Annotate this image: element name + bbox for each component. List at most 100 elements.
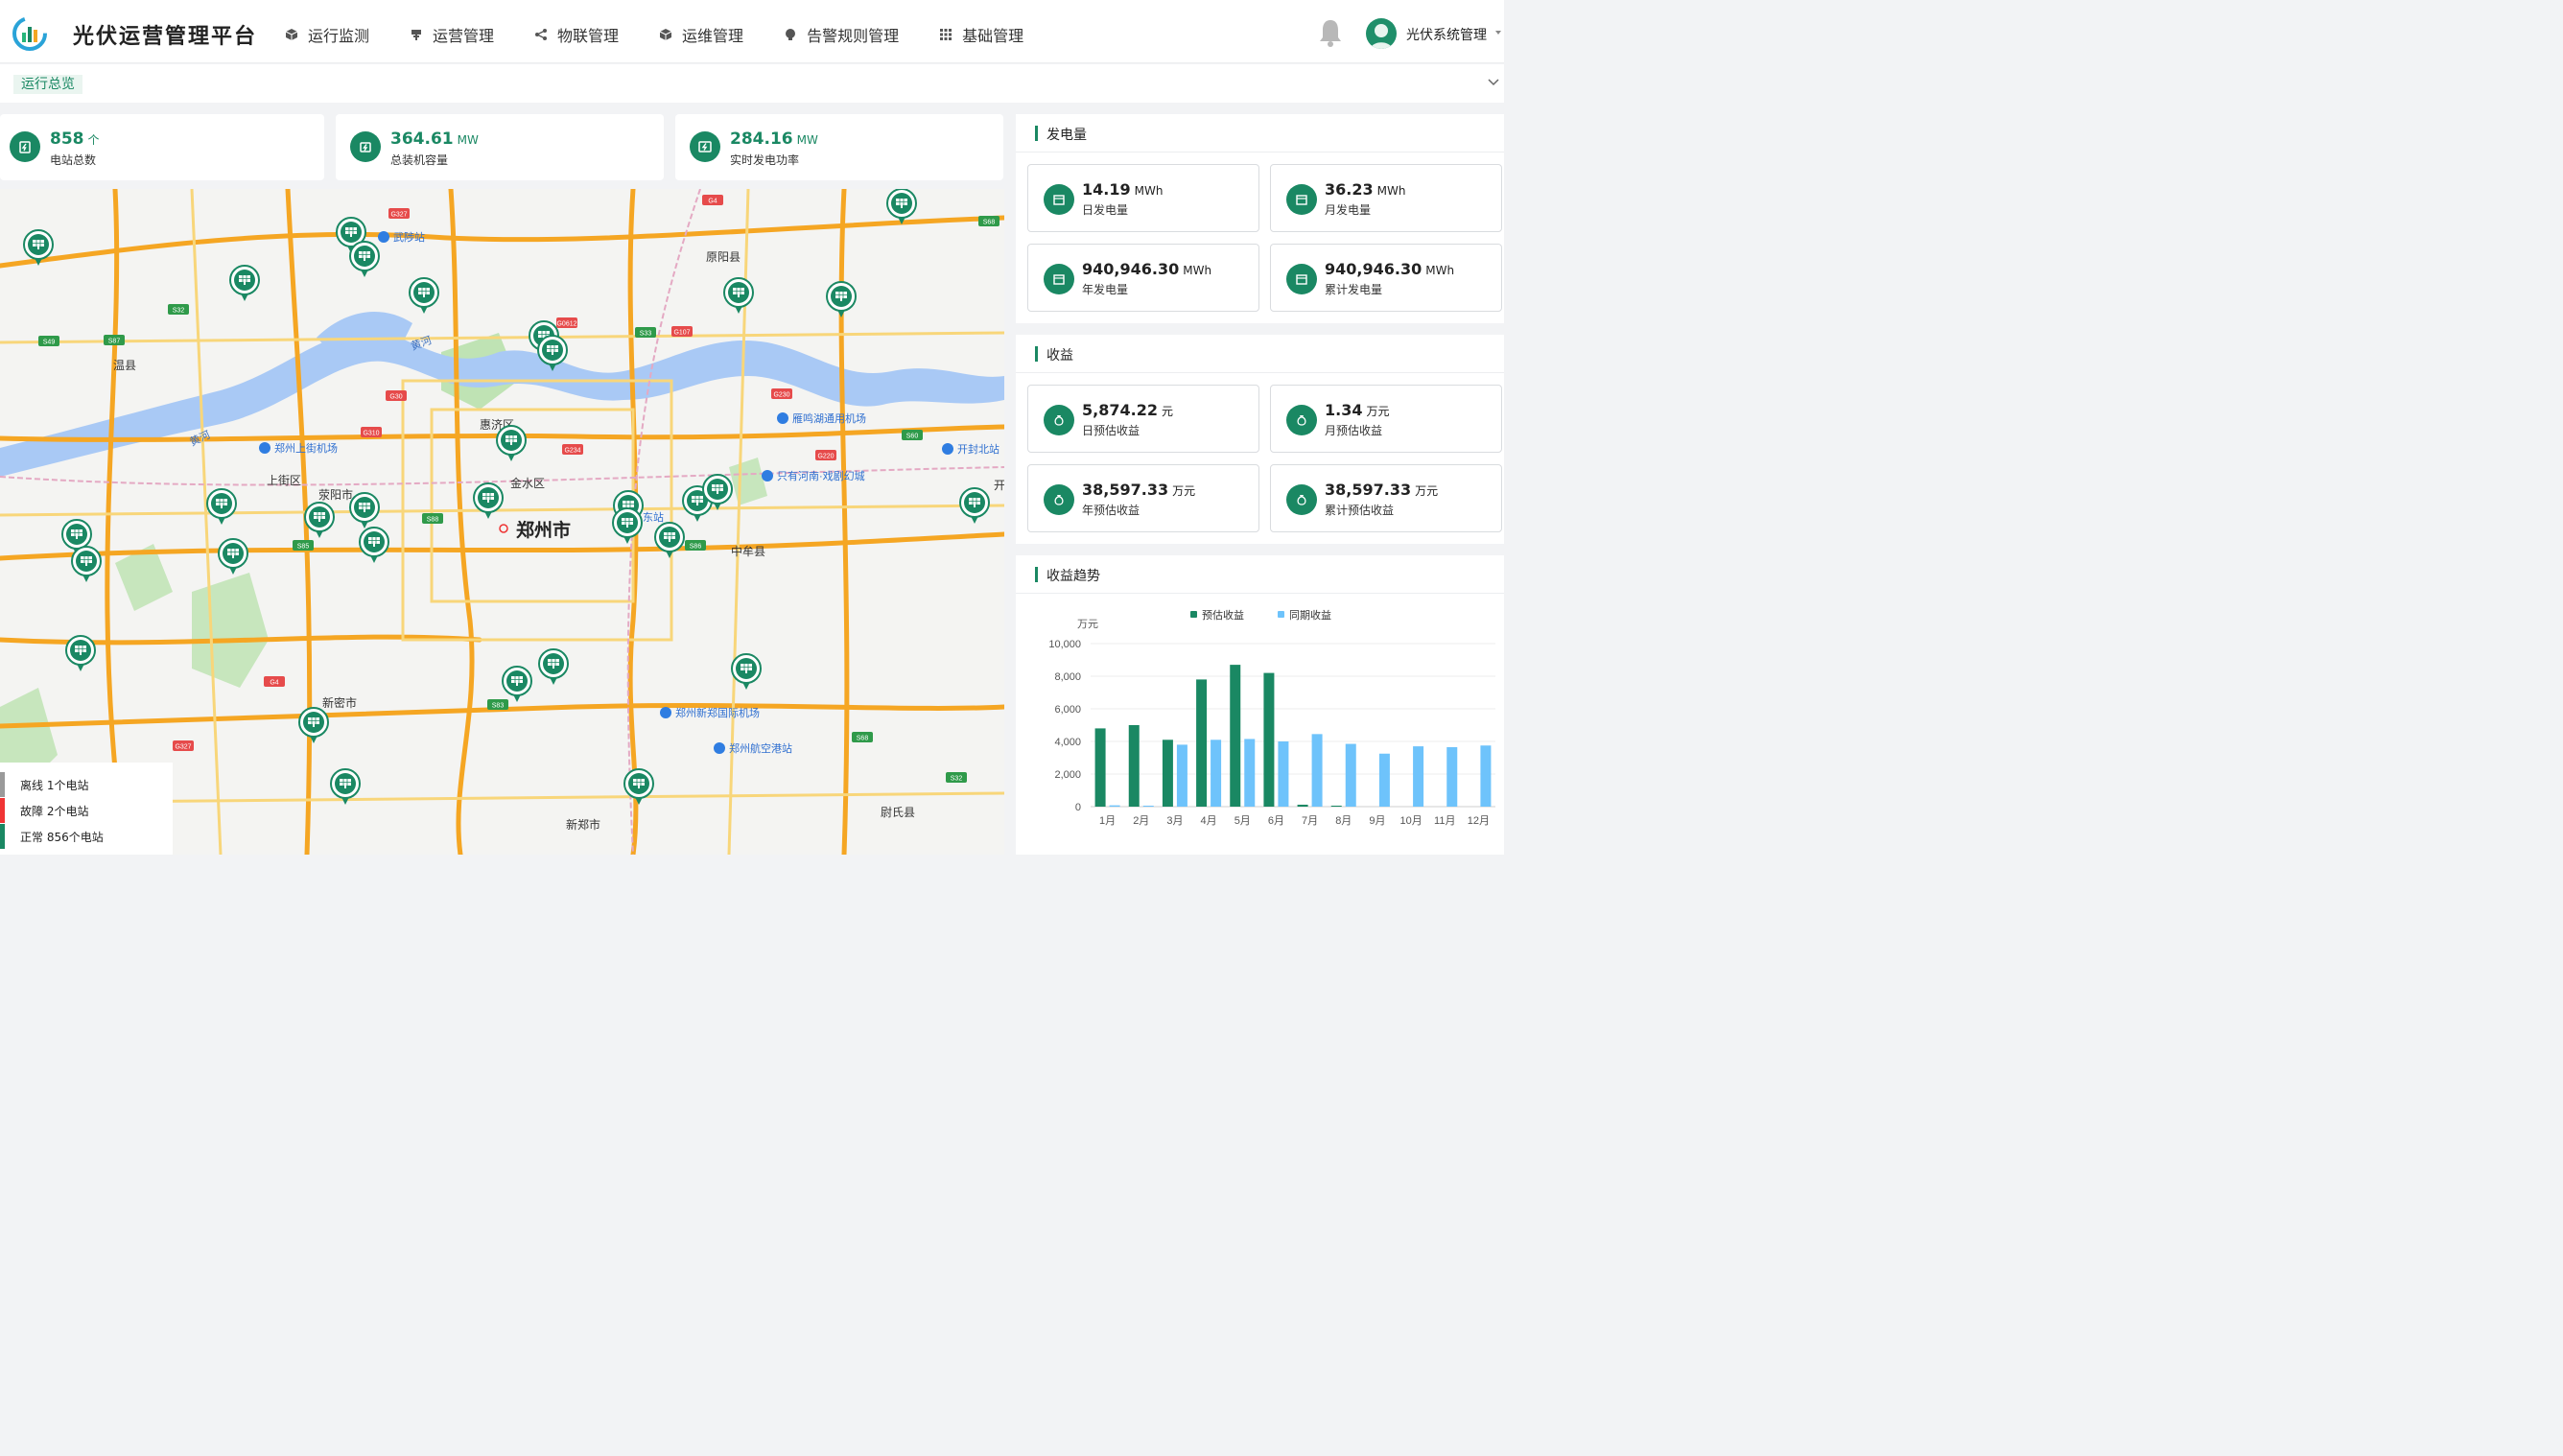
road-shield: G4 [264, 676, 285, 687]
metric-total-generation: 940,946.30 MWh 累计发电量 [1270, 244, 1502, 312]
map-place-label: 尉氏县 [881, 805, 915, 819]
svg-text:G327: G327 [175, 744, 191, 751]
metric-yearly-revenue: 38,597.33 万元 年预估收益 [1027, 464, 1259, 532]
bar-estimated[interactable] [1196, 679, 1208, 807]
calendar-icon [1044, 184, 1074, 215]
poi-icon [378, 231, 389, 243]
y-tick-label: 8,000 [1054, 671, 1081, 683]
bar-same-period[interactable] [1446, 746, 1458, 807]
svg-text:S60: S60 [906, 434, 919, 440]
map-poi-label: 郑州航空港站 [729, 741, 792, 755]
panel-title: 收益趋势 [1016, 555, 1504, 594]
bell-icon[interactable] [1316, 17, 1345, 48]
svg-text:G310: G310 [363, 431, 379, 437]
road-shield: G30 [386, 390, 407, 401]
bar-same-period[interactable] [1211, 740, 1222, 807]
x-tick-label: 8月 [1335, 815, 1352, 827]
stat-value: 284.16 MW [730, 129, 818, 149]
x-tick-label: 2月 [1133, 815, 1149, 827]
poi-icon [259, 442, 270, 454]
map-poi-label: 武陟站 [393, 230, 425, 244]
map-place-label: 温县 [113, 359, 136, 372]
bar-estimated[interactable] [1297, 804, 1308, 807]
bar-same-period[interactable] [1345, 743, 1356, 807]
map-place-label: 中牟县 [731, 544, 765, 558]
chart-canvas: 万元 预估收益 同期收益 0 2,000 4,000 6,000 8,000 10,000 1月 2… [1048, 608, 1495, 827]
map-poi-label: 开封北站 [957, 442, 999, 456]
x-tick-label: 6月 [1268, 815, 1284, 827]
bar-same-period[interactable] [1378, 753, 1390, 807]
road-shield: S87 [104, 335, 125, 345]
map-poi-label: 只有河南·戏剧幻城 [777, 469, 865, 482]
stat-label: 实时发电功率 [730, 153, 800, 167]
map-poi-label: 郑州新郑国际机场 [675, 706, 760, 719]
poi-icon [660, 707, 671, 718]
bar-estimated[interactable] [1330, 805, 1342, 807]
road-shield: G310 [361, 427, 382, 437]
nav-item-iot[interactable]: 物联管理 [533, 23, 619, 46]
road-shield: S86 [685, 540, 706, 551]
nav-label: 物联管理 [557, 27, 620, 45]
bar-same-period[interactable] [1413, 746, 1424, 807]
map-place-label: 原阳县 [706, 250, 741, 264]
bar-estimated[interactable] [1263, 672, 1275, 807]
nav-item-basic[interactable]: 基础管理 [938, 23, 1023, 46]
road-shield: S33 [635, 327, 656, 338]
avatar[interactable] [1366, 18, 1397, 49]
bar-estimated[interactable] [1230, 665, 1241, 807]
bar-same-period[interactable] [1278, 741, 1289, 807]
bar-same-period[interactable] [1142, 805, 1154, 807]
money-bag-icon [1044, 405, 1074, 435]
money-bag-icon [1286, 484, 1317, 515]
svg-text:S87: S87 [108, 339, 121, 345]
chevron-down-icon[interactable] [1494, 29, 1502, 36]
stat-card-stations: 858 个 电站总数 [0, 114, 324, 180]
bar-same-period[interactable] [1311, 734, 1323, 807]
stat-value: 364.61 MW [390, 129, 479, 149]
road-shield: G0612 [556, 317, 577, 328]
x-tick-label: 11月 [1434, 815, 1455, 827]
legend-swatch [1190, 611, 1197, 618]
road-shield: G220 [815, 450, 836, 460]
bar-same-period[interactable] [1109, 805, 1120, 807]
nav-label: 运营管理 [433, 27, 495, 45]
bar-same-period[interactable] [1176, 744, 1187, 807]
station-map[interactable]: 原阳县 温县 上街区 荥阳市 金水区 惠济区 中牟县 新密市 新郑市 尉氏县开郑州市 武陟站 郑州上街… [0, 189, 1004, 855]
nav-item-operation[interactable]: 运营管理 [409, 23, 494, 46]
station-icon [10, 131, 40, 162]
road-shield: G327 [388, 208, 410, 219]
road-shield: S32 [168, 304, 189, 315]
legend-offline: 离线 1个电站 [0, 772, 88, 797]
bar-same-period[interactable] [1480, 745, 1492, 807]
nav-item-alarm-rules[interactable]: 告警规则管理 [783, 23, 899, 46]
x-tick-label: 10月 [1399, 815, 1422, 827]
road-shield: S68 [978, 216, 999, 226]
svg-text:S83: S83 [492, 703, 505, 710]
metric-yearly-generation: 940,946.30 MWh 年发电量 [1027, 244, 1259, 312]
panel-title: 发电量 [1016, 114, 1504, 153]
generation-panel: 发电量 14.19 MWh 日发电量 36.23 MWh 月发电量 940,946.… [1016, 114, 1504, 323]
stat-label: 电站总数 [50, 153, 97, 167]
svg-text:G234: G234 [564, 448, 580, 455]
map-canvas[interactable]: 原阳县温县上街区荥阳市金水区惠济区中牟县新密市新郑市尉氏县开郑州市武陟站郑州上街… [0, 189, 1004, 855]
map-place-label: 金水区 [510, 476, 545, 490]
bar-same-period[interactable] [1244, 739, 1256, 807]
bar-estimated[interactable] [1128, 725, 1140, 807]
map-place-label: 新密市 [322, 695, 357, 710]
nav-item-monitoring[interactable]: 运行监测 [284, 23, 369, 46]
road-shield: S32 [946, 772, 967, 783]
tab-overview[interactable]: 运行总览 [13, 75, 82, 94]
nav-label: 运维管理 [682, 27, 744, 45]
map-place-label: 荥阳市 [318, 487, 353, 502]
main-nav: 运行监测 运营管理 物联管理 运维管理 告警规则管理 基础管理 [284, 23, 1063, 46]
nav-item-maintenance[interactable]: 运维管理 [658, 23, 743, 46]
cube-icon [658, 27, 673, 42]
chevron-down-icon[interactable] [1487, 78, 1500, 87]
user-name[interactable]: 光伏系统管理 [1406, 25, 1493, 44]
map-poi-label: 东站 [643, 510, 664, 524]
revenue-trend-chart: 万元 预估收益 同期收益 0 2,000 4,000 6,000 8,000 10,000 1月 2… [1016, 594, 1504, 843]
bar-estimated[interactable] [1094, 728, 1106, 807]
status-legend: 离线 1个电站 故障 2个电站 正常 856个电站 [0, 763, 173, 855]
y-tick-label: 4,000 [1054, 737, 1081, 748]
bar-estimated[interactable] [1162, 740, 1173, 807]
